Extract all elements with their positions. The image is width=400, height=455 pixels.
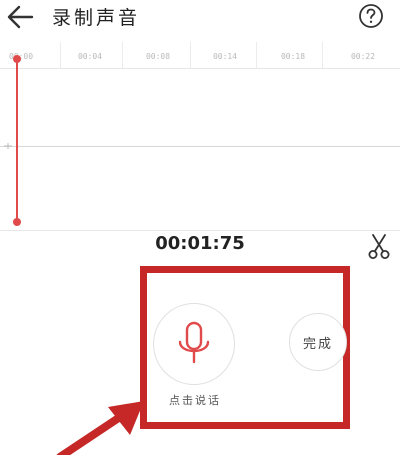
waveform-baseline [0,146,400,147]
question-circle-icon [359,4,383,28]
ruler-label: 00:04 [77,52,103,61]
waveform-area[interactable] [0,55,400,231]
ruler-label: 00:14 [212,52,238,61]
back-button[interactable] [4,2,38,32]
ruler-label: 00:08 [145,52,171,61]
done-label: 完成 [302,336,333,352]
ruler-tick [190,42,191,68]
ruler-tick [256,42,257,68]
help-button[interactable] [358,3,384,29]
recording-time: 00:01:75 [155,233,245,254]
arrow-left-icon [7,5,34,29]
timeline-ruler: 00:00 00:04 00:08 00:14 00:18 00:22 [0,42,400,69]
playhead[interactable] [16,57,18,224]
ruler-label: 00:22 [350,52,376,61]
page-title: 录制声音 [52,7,141,29]
scissors-icon [368,234,390,259]
microphone-icon [178,321,210,364]
done-button[interactable]: 完成 [289,313,347,371]
playhead-bottom-handle[interactable] [13,218,21,226]
record-label: 点击说话 [169,394,221,407]
record-button[interactable] [153,303,235,385]
cut-button[interactable] [366,233,392,261]
playhead-top-handle[interactable] [13,55,21,63]
ruler-label: 00:18 [280,52,306,61]
start-marker-icon [4,143,12,149]
ruler-tick [122,42,123,68]
ruler-label: 00:00 [8,52,34,61]
annotation-arrow [56,401,144,455]
